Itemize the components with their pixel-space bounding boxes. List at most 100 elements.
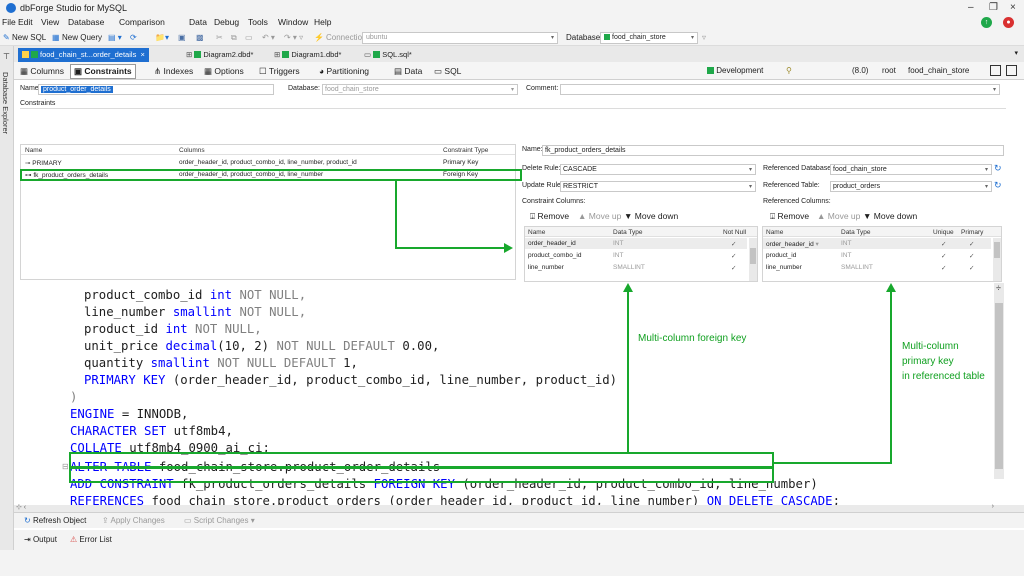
subtab-options[interactable]: ▦ Options xyxy=(204,66,244,77)
code-line: ) xyxy=(70,389,77,406)
remove-right-button[interactable]: ⍗ Remove xyxy=(770,211,809,222)
checkbox[interactable]: ✓ xyxy=(731,264,736,272)
database-explorer-sidebar[interactable]: ⊤ Database Explorer xyxy=(0,46,14,576)
subtab-data[interactable]: ▤ Data xyxy=(394,66,422,77)
subtab-partitioning[interactable]: ◕ Partitioning xyxy=(319,66,369,76)
database-explorer-label[interactable]: Database Explorer xyxy=(1,72,10,134)
paste-icon[interactable]: ▭ xyxy=(245,33,253,42)
menu-database[interactable]: Database xyxy=(68,17,104,27)
connection-label: Connection xyxy=(326,33,366,42)
name-input[interactable]: product_order_details xyxy=(38,84,274,95)
primary-key-icon: ⊸ xyxy=(25,160,30,167)
folder-icon[interactable]: 📁▾ xyxy=(155,33,169,42)
subtab-triggers[interactable]: ☐ Triggers xyxy=(259,66,300,77)
update-rule-select[interactable]: RESTRICT▾ xyxy=(560,181,756,192)
redo-icon[interactable]: ↷ ▾ ▿ xyxy=(284,33,303,42)
editor-scrollbar[interactable] xyxy=(994,283,1004,479)
move-up-left-button[interactable]: ▲ Move up xyxy=(578,211,621,221)
tab-diagram2[interactable]: ⊞ Diagram2.dbd* xyxy=(182,48,257,62)
new-query-button[interactable]: New Query xyxy=(62,33,102,42)
refresh-object-button[interactable]: ↻ Refresh Object xyxy=(24,516,86,525)
recent-icon[interactable]: ⟳ xyxy=(130,33,137,42)
copy-icon[interactable]: ⧉ xyxy=(231,33,237,43)
refresh-table-icon[interactable]: ↻ xyxy=(994,180,1002,191)
cut-icon[interactable]: ✂ xyxy=(216,33,223,42)
table-icon xyxy=(22,51,29,58)
refresh-db-icon[interactable]: ↻ xyxy=(994,163,1002,174)
subtab-columns[interactable]: ▦ Columns xyxy=(20,66,64,77)
grid-header-columns: Columns xyxy=(179,147,205,154)
database-field-select[interactable]: food_chain_store▾ xyxy=(322,84,518,95)
tab-diagram1[interactable]: ⊞ Diagram1.dbd* xyxy=(270,48,345,62)
move-up-right-button[interactable]: ▲ Move up xyxy=(817,211,860,221)
server-version: (8.0) xyxy=(852,66,868,75)
scrollbar[interactable] xyxy=(749,238,757,281)
subtab-indexes[interactable]: ⋔ Indexes xyxy=(154,66,193,77)
ref-table-label: Referenced Table: xyxy=(763,182,820,189)
title-bar: dbForge Studio for MySQL – ❐ × xyxy=(0,0,1024,16)
output-tab[interactable]: ⇥ Output xyxy=(24,535,57,544)
menu-tools[interactable]: Tools xyxy=(248,17,268,27)
refresh-icon: ↻ xyxy=(24,516,31,525)
delete-rule-select[interactable]: CASCADE▾ xyxy=(560,164,756,175)
new-sql-icon[interactable]: ✎ xyxy=(3,33,10,42)
env-color-icon xyxy=(707,67,714,74)
connection-status-icon: ⚲ xyxy=(786,66,792,75)
database-select[interactable]: food_chain_store▾ xyxy=(600,32,698,44)
code-line: ENGINE = INNODB, xyxy=(70,406,188,423)
menu-edit[interactable]: Edit xyxy=(18,17,33,27)
tab-close-icon[interactable]: × xyxy=(141,50,145,59)
new-query-icon[interactable]: ▦ xyxy=(52,33,60,42)
undo-icon[interactable]: ↶ ▾ xyxy=(262,33,275,42)
horizontal-scrollbar[interactable]: ⊹ ‹ › xyxy=(14,505,1024,512)
tab-sql[interactable]: ▭ SQL.sql* xyxy=(360,48,416,62)
minimize-icon[interactable]: – xyxy=(968,2,974,13)
subtab-constraints[interactable]: ▣ Constraints xyxy=(70,64,136,79)
split-icon[interactable]: ÷ xyxy=(996,283,1001,293)
fk-name-input[interactable]: fk_product_orders_details xyxy=(542,145,1004,156)
error-list-tab[interactable]: ⚠ Error List xyxy=(70,535,112,544)
subtab-sql[interactable]: ▭ SQL xyxy=(434,66,461,77)
script-changes-button[interactable]: ▭ Script Changes ▾ xyxy=(184,516,255,525)
apply-changes-button[interactable]: ⇪ Apply Changes xyxy=(102,516,165,525)
menu-help[interactable]: Help xyxy=(314,17,331,27)
save-all-icon[interactable]: ▩ xyxy=(196,33,204,42)
menu-window[interactable]: Window xyxy=(278,17,308,27)
comment-input[interactable]: ▾ xyxy=(560,84,1000,95)
ref-table-select[interactable]: product_orders▾ xyxy=(830,181,992,192)
arrow-line xyxy=(627,288,629,453)
feedback-icon[interactable]: ● xyxy=(1003,17,1014,28)
move-down-right-button[interactable]: ▼ Move down xyxy=(863,211,917,221)
open-icon[interactable]: ▤ ▾ xyxy=(108,33,122,42)
connection-select[interactable]: ubuntu▾ xyxy=(362,32,558,44)
scrollbar[interactable] xyxy=(993,238,1001,281)
tabs-dropdown-icon[interactable]: ▾ xyxy=(1014,49,1018,57)
ref-header-unique: Unique xyxy=(933,229,954,236)
tab-table-editor[interactable]: food_chain_st...order_details × xyxy=(18,48,149,62)
new-sql-button[interactable]: New SQL xyxy=(12,33,46,42)
menu-debug[interactable]: Debug xyxy=(214,17,239,27)
grid-header-type: Constraint Type xyxy=(443,147,488,154)
layout-toggle-1-icon[interactable] xyxy=(990,65,1001,76)
object-actions-bar: ↻ Refresh Object ⇪ Apply Changes ▭ Scrip… xyxy=(14,512,1024,528)
restore-icon[interactable]: ❐ xyxy=(989,2,998,13)
close-icon[interactable]: × xyxy=(1010,2,1016,13)
save-icon[interactable]: ▣ xyxy=(178,33,186,42)
checkbox[interactable]: ✓ xyxy=(731,240,736,248)
remove-left-button[interactable]: ⍗ Remove xyxy=(530,211,569,222)
pin-icon[interactable]: ⊤ xyxy=(3,52,10,61)
menu-view[interactable]: View xyxy=(41,17,59,27)
collapse-icon[interactable]: ⊟ xyxy=(62,462,69,471)
toolbar-overflow-icon[interactable]: ▿ xyxy=(702,33,706,42)
menu-comparison[interactable]: Comparison xyxy=(119,17,165,27)
menu-file[interactable]: File xyxy=(2,17,16,27)
move-down-left-button[interactable]: ▼ Move down xyxy=(624,211,678,221)
output-icon: ⇥ xyxy=(24,535,31,544)
update-icon[interactable]: ↑ xyxy=(981,17,992,28)
db-color-icon xyxy=(604,34,610,40)
ref-db-select[interactable]: food_chain_store▾ xyxy=(830,164,992,175)
checkbox[interactable]: ✓ xyxy=(731,252,736,260)
layout-toggle-2-icon[interactable] xyxy=(1006,65,1017,76)
menu-data[interactable]: Data xyxy=(189,17,207,27)
code-line: product_id int NOT NULL, xyxy=(84,321,262,338)
